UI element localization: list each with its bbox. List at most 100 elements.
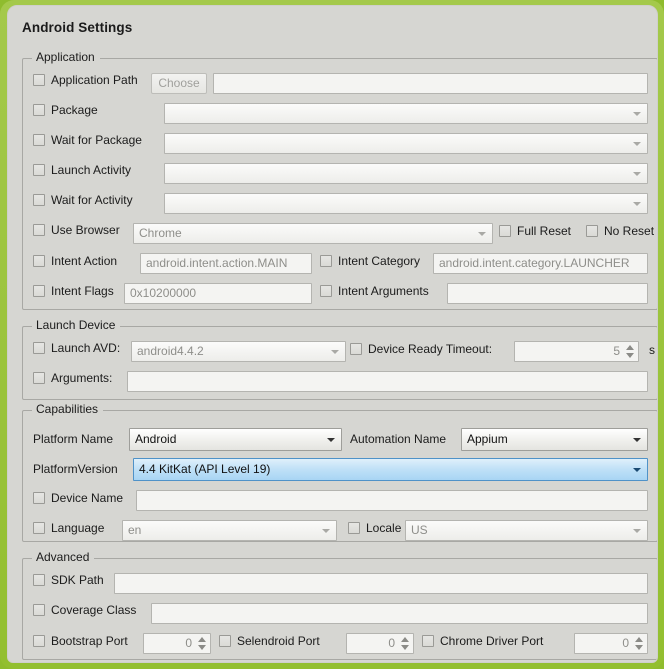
checkbox-full-reset[interactable] <box>499 225 511 237</box>
combo-wait-for-package[interactable] <box>164 133 648 154</box>
chevron-down-icon <box>327 437 335 442</box>
checkbox-application-path[interactable] <box>33 74 45 86</box>
combo-use-browser[interactable]: Chrome <box>133 223 493 244</box>
spinner-down-icon[interactable] <box>635 645 643 650</box>
input-intent-category[interactable]: android.intent.category.LAUNCHER <box>433 253 648 274</box>
combo-automation-name-value: Appium <box>467 432 508 446</box>
spinner-up-icon[interactable] <box>626 345 634 350</box>
combo-locale[interactable]: US <box>405 520 648 541</box>
row-coverage-class: Coverage Class <box>33 603 136 617</box>
group-capabilities: Capabilities Platform Name Android Autom… <box>22 402 657 542</box>
chevron-down-icon <box>322 528 330 533</box>
spinner-buttons[interactable] <box>196 635 208 652</box>
row-intent-arguments: Intent Arguments <box>320 284 429 298</box>
spinner-device-ready-timeout[interactable]: 5 <box>514 341 639 362</box>
spinner-buttons[interactable] <box>624 343 636 360</box>
input-coverage-class[interactable] <box>151 603 648 624</box>
row-sdk-path: SDK Path <box>33 573 104 587</box>
input-arguments[interactable] <box>127 371 648 392</box>
chevron-down-icon <box>633 437 641 442</box>
label-platform-name: Platform Name <box>33 432 114 446</box>
window-frame: Android Settings Application Application… <box>0 0 664 669</box>
label-locale: Locale <box>366 521 402 535</box>
combo-language-value: en <box>128 523 142 537</box>
checkbox-locale[interactable] <box>348 522 360 534</box>
spinner-buttons[interactable] <box>633 635 645 652</box>
input-application-path[interactable] <box>213 73 648 94</box>
combo-use-browser-value: Chrome <box>139 226 182 240</box>
label-automation-name: Automation Name <box>350 432 447 446</box>
spinner-selendroid-port[interactable]: 0 <box>346 633 414 654</box>
row-chrome-driver-port: Chrome Driver Port <box>422 634 543 648</box>
combo-locale-value: US <box>411 523 428 537</box>
chevron-down-icon <box>633 141 641 146</box>
combo-launch-activity[interactable] <box>164 163 648 184</box>
row-wait-for-activity: Wait for Activity <box>33 193 133 207</box>
row-selendroid-port: Selendroid Port <box>219 634 320 648</box>
choose-button[interactable]: Choose <box>151 73 207 94</box>
spinner-selendroid-port-value: 0 <box>388 636 395 650</box>
label-no-reset: No Reset <box>604 224 655 238</box>
checkbox-intent-arguments[interactable] <box>320 285 332 297</box>
checkbox-device-name[interactable] <box>33 492 45 504</box>
chevron-down-icon <box>633 171 641 176</box>
combo-package[interactable] <box>164 103 648 124</box>
spinner-up-icon[interactable] <box>635 637 643 642</box>
checkbox-language[interactable] <box>33 522 45 534</box>
checkbox-intent-action[interactable] <box>33 255 45 267</box>
spinner-bootstrap-port[interactable]: 0 <box>143 633 211 654</box>
combo-wait-for-activity[interactable] <box>164 193 648 214</box>
checkbox-no-reset[interactable] <box>586 225 598 237</box>
checkbox-arguments[interactable] <box>33 372 45 384</box>
input-sdk-path[interactable] <box>114 573 648 594</box>
spinner-up-icon[interactable] <box>401 637 409 642</box>
spinner-up-icon[interactable] <box>198 637 206 642</box>
spinner-down-icon[interactable] <box>198 645 206 650</box>
spinner-down-icon[interactable] <box>626 353 634 358</box>
checkbox-intent-flags[interactable] <box>33 285 45 297</box>
input-intent-action[interactable]: android.intent.action.MAIN <box>140 253 312 274</box>
label-wait-for-package: Wait for Package <box>51 133 142 147</box>
checkbox-intent-category[interactable] <box>320 255 332 267</box>
checkbox-selendroid-port[interactable] <box>219 635 231 647</box>
combo-platform-version[interactable]: 4.4 KitKat (API Level 19) <box>133 458 648 481</box>
label-launch-activity: Launch Activity <box>51 163 132 177</box>
spinner-chrome-driver-port[interactable]: 0 <box>574 633 648 654</box>
spinner-buttons[interactable] <box>399 635 411 652</box>
label-intent-flags: Intent Flags <box>51 284 114 298</box>
combo-platform-version-value: 4.4 KitKat (API Level 19) <box>139 462 271 476</box>
checkbox-chrome-driver-port[interactable] <box>422 635 434 647</box>
checkbox-sdk-path[interactable] <box>33 574 45 586</box>
label-device-ready-timeout: Device Ready Timeout: <box>368 342 493 356</box>
combo-launch-avd[interactable]: android4.4.2 <box>131 341 346 362</box>
checkbox-device-ready-timeout[interactable] <box>350 343 362 355</box>
input-intent-flags[interactable]: 0x10200000 <box>124 283 312 304</box>
checkbox-bootstrap-port[interactable] <box>33 635 45 647</box>
combo-language[interactable]: en <box>122 520 337 541</box>
row-full-reset: Full Reset <box>499 224 571 238</box>
row-launch-avd: Launch AVD: <box>33 341 120 355</box>
row-locale: Locale <box>348 521 401 535</box>
label-launch-avd: Launch AVD: <box>51 341 121 355</box>
input-device-name[interactable] <box>136 490 648 511</box>
chevron-down-icon <box>633 201 641 206</box>
chevron-down-icon <box>633 111 641 116</box>
label-device-name: Device Name <box>51 491 124 505</box>
combo-platform-name[interactable]: Android <box>129 428 342 451</box>
checkbox-use-browser[interactable] <box>33 224 45 236</box>
input-intent-arguments[interactable] <box>447 283 648 304</box>
checkbox-package[interactable] <box>33 104 45 116</box>
combo-automation-name[interactable]: Appium <box>461 428 648 451</box>
label-platform-version: PlatformVersion <box>33 462 118 476</box>
chevron-down-icon <box>478 231 486 236</box>
checkbox-launch-activity[interactable] <box>33 164 45 176</box>
row-package: Package <box>33 103 98 117</box>
checkbox-wait-for-activity[interactable] <box>33 194 45 206</box>
checkbox-wait-for-package[interactable] <box>33 134 45 146</box>
chevron-down-icon <box>633 528 641 533</box>
spinner-down-icon[interactable] <box>401 645 409 650</box>
label-intent-action: Intent Action <box>51 254 118 268</box>
checkbox-launch-avd[interactable] <box>33 342 45 354</box>
group-advanced: Advanced SDK Path Coverage Class Bootstr… <box>22 550 657 660</box>
checkbox-coverage-class[interactable] <box>33 604 45 616</box>
